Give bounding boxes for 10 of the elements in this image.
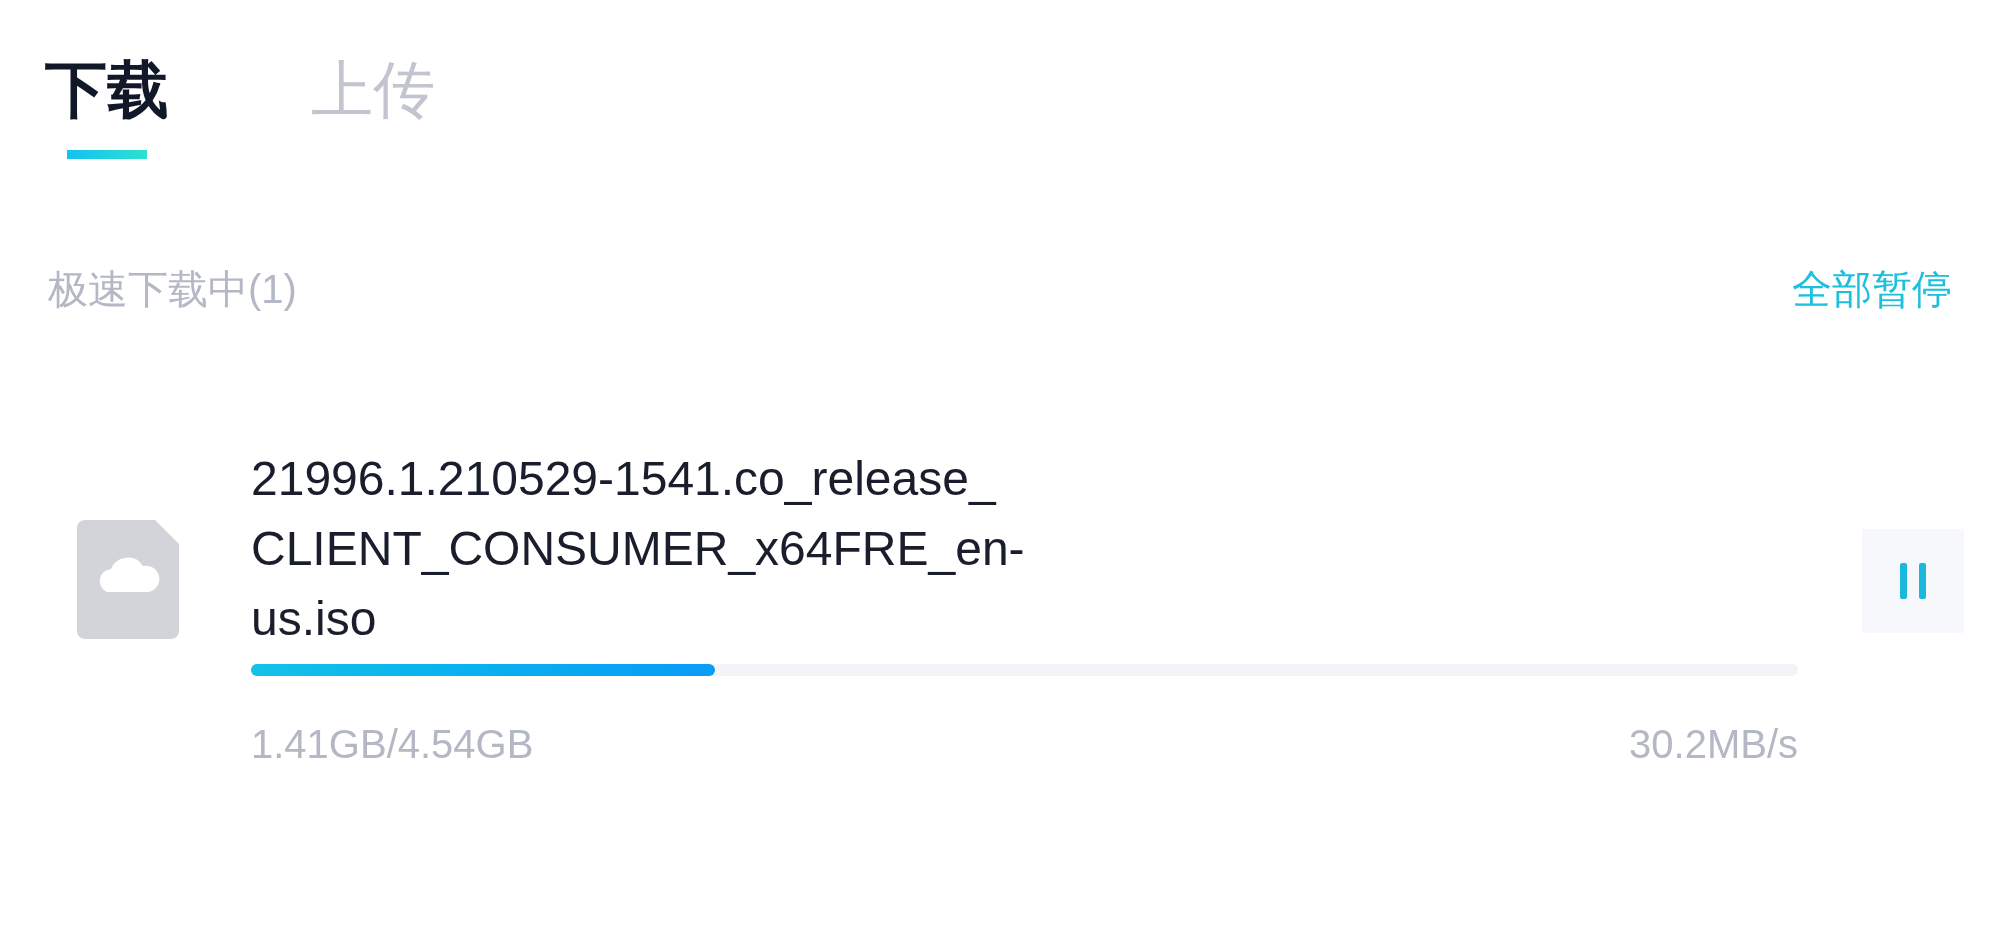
size-text: 1.41GB/4.54GB xyxy=(251,721,534,768)
cloud-file-icon xyxy=(77,520,179,639)
pause-all-link[interactable]: 全部暂停 xyxy=(1792,259,1952,319)
pause-icon xyxy=(1898,563,1928,599)
file-name: 21996.1.210529-1541.co_release_ CLIENT_CONSUMER_x64FRE_en- us.iso xyxy=(251,451,1026,647)
section-title: 极速下载中(1) xyxy=(48,266,297,313)
pause-button[interactable] xyxy=(1862,529,1964,633)
tab[interactable]: 下载 xyxy=(45,50,169,130)
tab[interactable]: 上传 xyxy=(311,50,435,130)
speed-text: 30.2MB/s xyxy=(1629,721,1798,768)
